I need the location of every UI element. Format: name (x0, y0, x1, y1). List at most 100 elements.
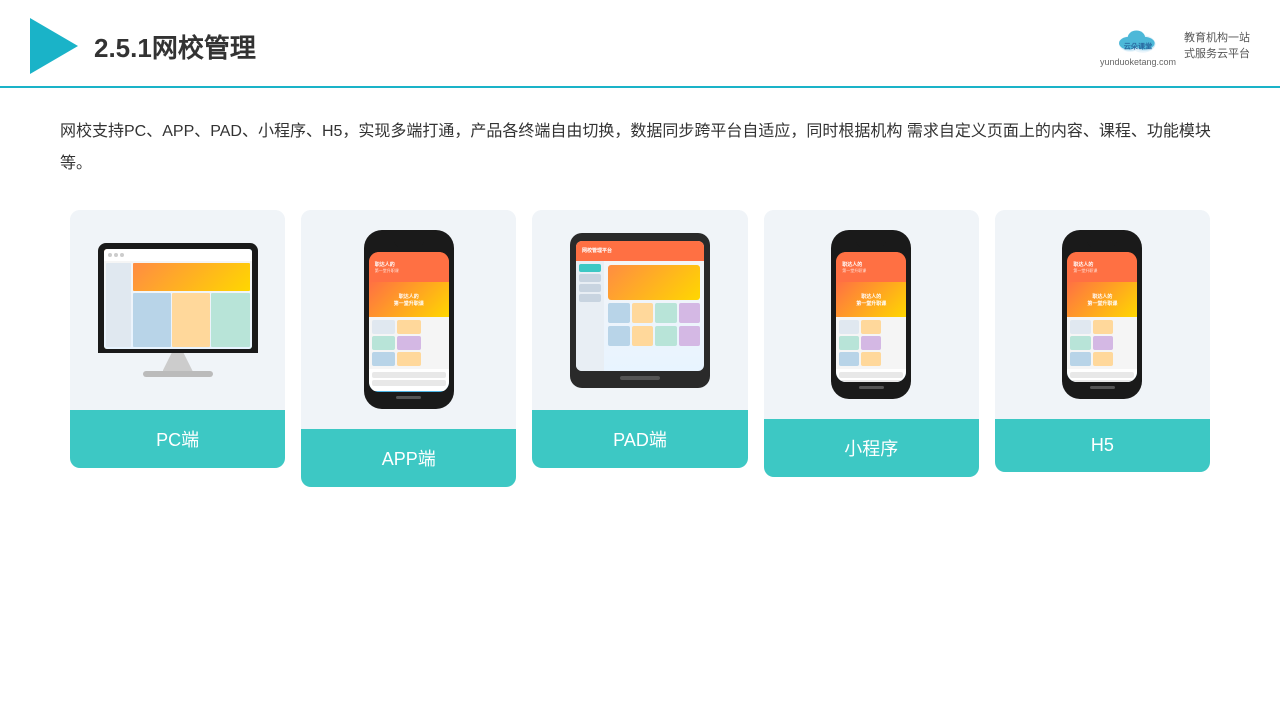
tablet-card-6 (632, 326, 654, 346)
screen-card-1 (133, 293, 171, 347)
phone-screen-mini: 职达人的 第一堂升职课 职达人的第一堂升职课 (836, 252, 906, 382)
phone-grid-item-3 (372, 336, 395, 350)
phone-list-h5 (1067, 369, 1137, 382)
phone-list-1 (372, 372, 446, 378)
tablet-card-8 (679, 326, 701, 346)
card-app-label: APP端 (301, 429, 516, 487)
screen-card-3 (211, 293, 249, 347)
tablet-card-3 (655, 303, 677, 323)
tablet-sidebar (576, 261, 604, 371)
screen-dot-3 (120, 253, 124, 257)
svg-text:云朵课堂: 云朵课堂 (1124, 42, 1152, 51)
phone-outer-app: 职达人的 第一堂升职课 职达人的第一堂升职课 (364, 230, 454, 409)
phone-list-mini (836, 369, 906, 382)
phone-grid-h5-2 (1093, 320, 1113, 334)
card-pad-image: 网校管理平台 (532, 210, 747, 410)
tablet-nav-2 (579, 274, 601, 282)
card-pad-label: PAD端 (532, 410, 747, 468)
screen-sidebar (106, 263, 131, 347)
card-pc-label: PC端 (70, 410, 285, 468)
monitor-screen-content (104, 249, 252, 349)
logo-triangle-icon (30, 18, 78, 74)
phone-grid-item-1 (372, 320, 395, 334)
phone-grid-h5-4 (1093, 336, 1113, 350)
monitor-stand (163, 353, 193, 371)
screen-header-bar (104, 249, 252, 261)
card-miniprogram: 职达人的 第一堂升职课 职达人的第一堂升职课 (764, 210, 979, 477)
phone-grid-mini-1 (839, 320, 859, 334)
phone-outer-h5: 职达人的 第一堂升职课 职达人的第一堂升职课 (1062, 230, 1142, 399)
card-h5: 职达人的 第一堂升职课 职达人的第一堂升职课 (995, 210, 1210, 472)
phone-sub-h5: 第一堂升职课 (1073, 268, 1131, 274)
screen-body (104, 261, 252, 349)
screen-cards (133, 293, 250, 347)
phone-title-app: 职达人的 (375, 261, 443, 268)
screen-dot (108, 253, 112, 257)
monitor-screen (104, 249, 252, 349)
tablet-card-7 (655, 326, 677, 346)
phone-notch-h5 (1087, 240, 1117, 248)
phone-banner-text-h5: 职达人的第一堂升职课 (1087, 293, 1117, 307)
brand-logo: 云朵课堂 yunduoketang.com (1100, 25, 1176, 67)
phone-title-mini: 职达人的 (842, 261, 900, 268)
card-pad: 网校管理平台 (532, 210, 747, 468)
phone-grid-h5-1 (1070, 320, 1090, 334)
phone-grid-item-5 (372, 352, 395, 366)
phone-home-bar-mini (859, 386, 884, 389)
tablet-bottom-bar (620, 376, 660, 380)
phone-mockup-mini: 职达人的 第一堂升职课 职达人的第一堂升职课 (831, 230, 911, 399)
phone-grid-mini-3 (839, 336, 859, 350)
tablet-screen: 网校管理平台 (576, 241, 704, 371)
phone-screen-header-app: 职达人的 第一堂升职课 (369, 252, 449, 282)
phone-notch-mini (856, 240, 886, 248)
card-h5-image: 职达人的 第一堂升职课 职达人的第一堂升职课 (995, 210, 1210, 419)
screen-banner (133, 263, 250, 291)
page-title: 2.5.1网校管理 (94, 28, 256, 65)
monitor-base (143, 371, 213, 377)
phone-grid-h5 (1067, 317, 1137, 369)
card-pc: PC端 (70, 210, 285, 468)
tablet-card-2 (632, 303, 654, 323)
phone-grid-item-6 (397, 352, 420, 366)
card-app-image: 职达人的 第一堂升职课 职达人的第一堂升职课 (301, 210, 516, 429)
tablet-outer: 网校管理平台 (570, 233, 710, 388)
phone-list-mini-2 (839, 380, 903, 382)
phone-grid-mini-4 (861, 336, 881, 350)
card-miniprogram-image: 职达人的 第一堂升职课 职达人的第一堂升职课 (764, 210, 979, 419)
phone-screen-h5: 职达人的 第一堂升职课 职达人的第一堂升职课 (1067, 252, 1137, 382)
card-pc-image (70, 210, 285, 410)
tablet-cards (608, 303, 700, 323)
tablet-mockup: 网校管理平台 (570, 233, 710, 388)
tablet-main-content (604, 261, 704, 371)
description-text: 网校支持PC、APP、PAD、小程序、H5，实现多端打通，产品各终端自由切换，数… (60, 116, 1220, 180)
phone-title-h5: 职达人的 (1073, 261, 1131, 268)
tablet-nav-4 (579, 294, 601, 302)
phone-list-app (369, 369, 449, 391)
phone-grid-h5-3 (1070, 336, 1090, 350)
phone-banner-text-mini: 职达人的第一堂升职课 (856, 293, 886, 307)
phone-banner-text-app: 职达人的第一堂升职课 (394, 293, 424, 307)
phone-list-h5-2 (1070, 380, 1134, 382)
phone-grid-mini-2 (861, 320, 881, 334)
phone-grid-app (369, 317, 449, 369)
monitor-screen-outer (98, 243, 258, 353)
screen-main (133, 263, 250, 347)
monitor-mockup (98, 243, 258, 377)
brand-tagline: 教育机构一站 式服务云平台 (1184, 30, 1250, 63)
phone-grid-mini-5 (839, 352, 859, 366)
card-app: 职达人的 第一堂升职课 职达人的第一堂升职课 (301, 210, 516, 487)
phone-list-h5-1 (1070, 372, 1134, 378)
phone-banner-app: 职达人的第一堂升职课 (369, 282, 449, 317)
phone-banner-h5: 职达人的第一堂升职课 (1067, 282, 1137, 317)
phone-list-2 (372, 380, 446, 386)
phone-sub-app: 第一堂升职课 (375, 268, 443, 274)
phone-grid-item-4 (397, 336, 420, 350)
tablet-card-4 (679, 303, 701, 323)
phone-grid-h5-5 (1070, 352, 1090, 366)
cards-container: PC端 职达人的 第一堂升职课 职达人的第一堂升职课 (60, 210, 1220, 487)
brand-url: yunduoketang.com (1100, 57, 1176, 67)
tablet-nav-1 (579, 264, 601, 272)
phone-screen-header-h5: 职达人的 第一堂升职课 (1067, 252, 1137, 282)
phone-mockup-h5: 职达人的 第一堂升职课 职达人的第一堂升职课 (1062, 230, 1142, 399)
phone-grid-mini (836, 317, 906, 369)
